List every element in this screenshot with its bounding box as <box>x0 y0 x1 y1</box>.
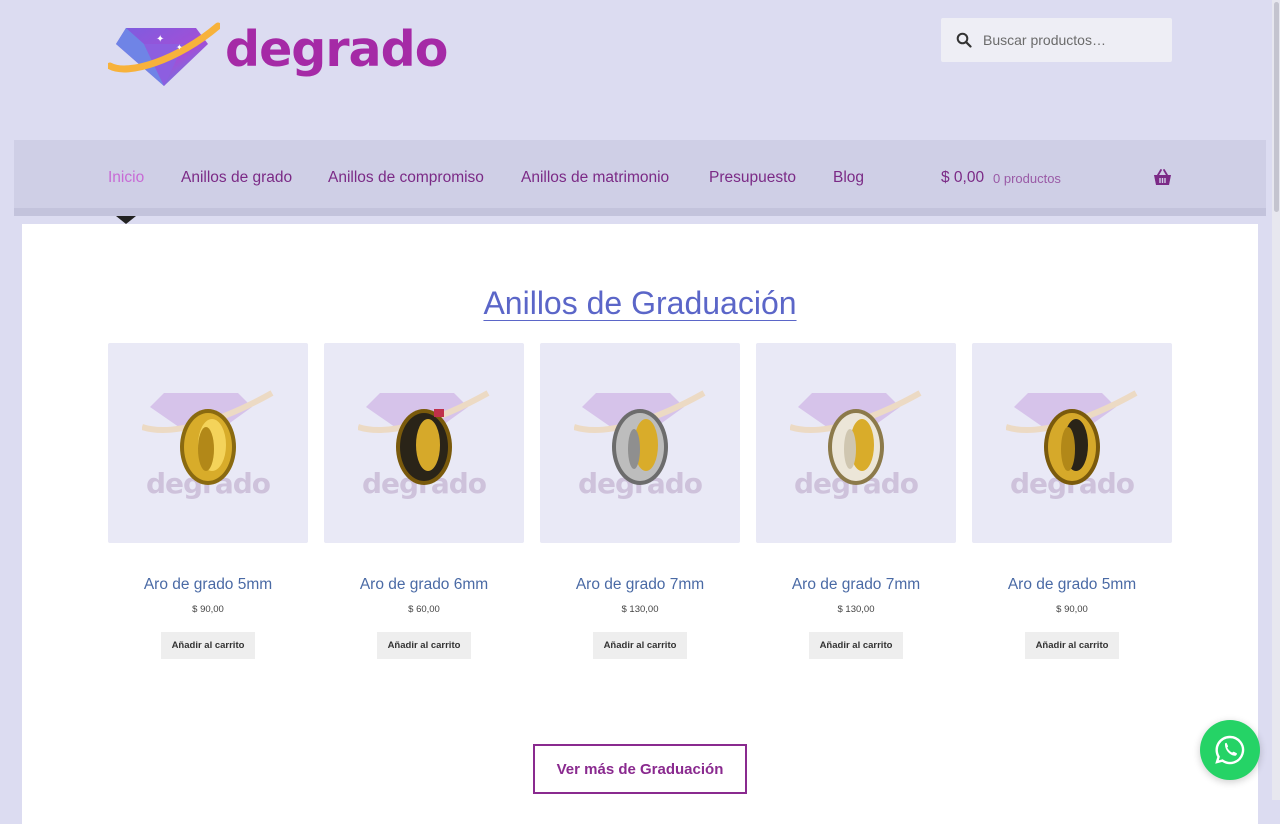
ring-image <box>396 409 452 485</box>
product-name[interactable]: Aro de grado 7mm <box>756 575 956 595</box>
search-icon[interactable] <box>956 32 972 48</box>
product-price: $ 90,00 <box>1056 604 1088 615</box>
whatsapp-icon <box>1215 735 1245 765</box>
product-image[interactable]: degrado <box>972 343 1172 543</box>
svg-text:✦: ✦ <box>156 34 164 45</box>
product-image[interactable]: degrado <box>756 343 956 543</box>
svg-text:✦: ✦ <box>176 43 183 52</box>
product-image[interactable]: degrado <box>108 343 308 543</box>
add-to-cart-button[interactable]: Añadir al carrito <box>161 632 255 659</box>
search-input[interactable] <box>981 31 1165 49</box>
product-card: degrado Aro de grado 6mm $ 60,00 Añadir … <box>324 343 524 659</box>
product-name[interactable]: Aro de grado 5mm <box>972 575 1172 595</box>
product-card: degrado Aro de grado 7mm $ 130,00 Añadir… <box>756 343 956 659</box>
active-nav-indicator <box>116 216 136 224</box>
cart-total[interactable]: $ 0,00 <box>941 168 984 188</box>
nav-item-blog[interactable]: Blog <box>833 168 864 188</box>
ring-image <box>180 409 236 485</box>
whatsapp-chat-button[interactable] <box>1200 720 1260 780</box>
nav-item-anillos-de-compromiso[interactable]: Anillos de compromiso <box>328 168 484 188</box>
product-image[interactable]: degrado <box>324 343 524 543</box>
add-to-cart-button[interactable]: Añadir al carrito <box>593 632 687 659</box>
see-more-graduation-button[interactable]: Ver más de Graduación <box>533 744 747 794</box>
product-search <box>941 18 1172 62</box>
product-image[interactable]: degrado <box>540 343 740 543</box>
product-price: $ 130,00 <box>837 604 875 615</box>
product-name[interactable]: Aro de grado 5mm <box>108 575 308 595</box>
section-title[interactable]: Anillos de Graduación <box>0 283 1280 323</box>
product-price: $ 90,00 <box>192 604 224 615</box>
product-card: degrado Aro de grado 5mm $ 90,00 Añadir … <box>108 343 308 659</box>
ring-image <box>612 409 668 485</box>
ring-image <box>1044 409 1100 485</box>
cart-count[interactable]: 0 productos <box>993 170 1061 188</box>
brand-name: degrado <box>225 21 448 78</box>
nav-item-inicio[interactable]: Inicio <box>108 168 144 188</box>
nav-item-presupuesto[interactable]: Presupuesto <box>709 168 796 188</box>
nav-item-anillos-de-matrimonio[interactable]: Anillos de matrimonio <box>521 168 669 188</box>
product-price: $ 60,00 <box>408 604 440 615</box>
basket-icon[interactable] <box>1153 169 1172 187</box>
add-to-cart-button[interactable]: Añadir al carrito <box>377 632 471 659</box>
gem-logo-icon: ✦ ✦ <box>108 22 220 86</box>
product-name[interactable]: Aro de grado 6mm <box>324 575 524 595</box>
product-card: degrado Aro de grado 7mm $ 130,00 Añadir… <box>540 343 740 659</box>
nav-item-anillos-de-grado[interactable]: Anillos de grado <box>181 168 292 188</box>
site-logo[interactable]: ✦ ✦ degrado <box>108 18 458 90</box>
scrollbar-thumb[interactable] <box>1274 2 1279 212</box>
product-card: degrado Aro de grado 5mm $ 90,00 Añadir … <box>972 343 1172 659</box>
product-name[interactable]: Aro de grado 7mm <box>540 575 740 595</box>
ring-image <box>828 409 884 485</box>
nav-divider <box>14 208 1266 216</box>
product-price: $ 130,00 <box>621 604 659 615</box>
add-to-cart-button[interactable]: Añadir al carrito <box>809 632 903 659</box>
add-to-cart-button[interactable]: Añadir al carrito <box>1025 632 1119 659</box>
